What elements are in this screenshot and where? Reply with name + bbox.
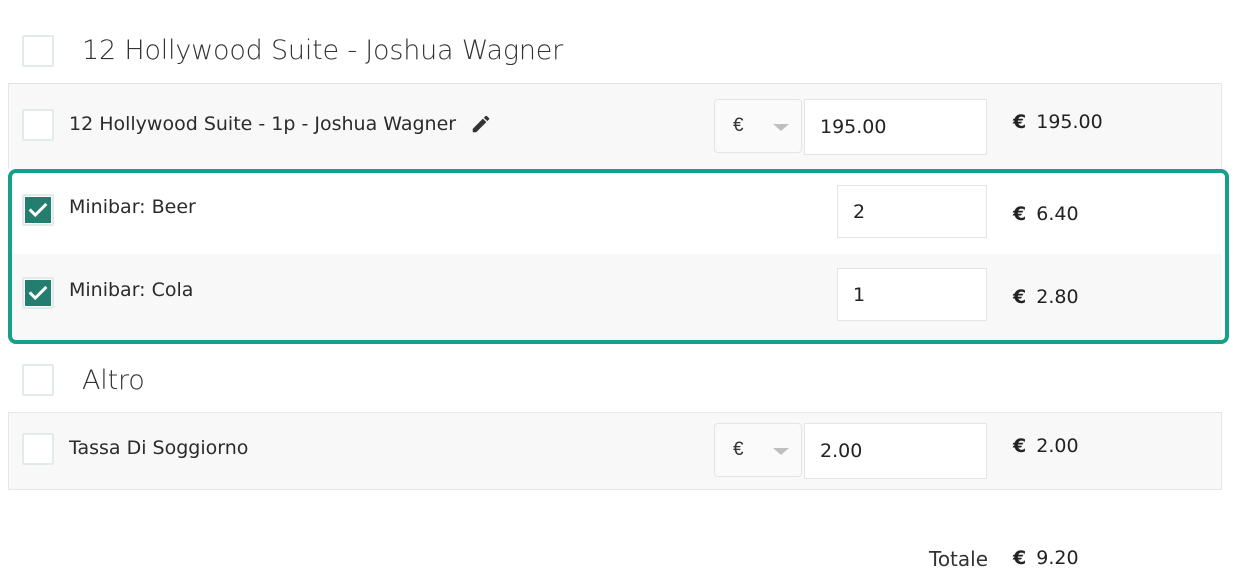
price-input-room[interactable] bbox=[804, 99, 987, 155]
total-amount: €9.20 bbox=[1013, 547, 1079, 569]
currency-symbol: € bbox=[733, 115, 744, 136]
amount-beer: €6.40 bbox=[1013, 203, 1079, 225]
amount-currency: € bbox=[1013, 203, 1027, 225]
item-checkbox-cola[interactable] bbox=[22, 277, 54, 309]
group-title-room: 12 Hollywood Suite - Joshua Wagner bbox=[82, 35, 564, 66]
currency-symbol: € bbox=[733, 439, 744, 460]
price-input-tassa[interactable] bbox=[804, 423, 987, 479]
amount-value: 2.00 bbox=[1036, 435, 1079, 457]
amount-value: 195.00 bbox=[1036, 111, 1103, 133]
amount-currency: € bbox=[1013, 435, 1027, 457]
item-label-tassa: Tassa Di Soggiorno bbox=[69, 437, 249, 459]
item-label-room: 12 Hollywood Suite - 1p - Joshua Wagner bbox=[69, 113, 457, 135]
item-checkbox-room[interactable] bbox=[22, 109, 54, 141]
amount-cola: €2.80 bbox=[1013, 286, 1079, 308]
chevron-down-icon bbox=[773, 124, 789, 131]
quantity-input-beer[interactable] bbox=[837, 185, 987, 238]
checkmark-icon bbox=[28, 285, 48, 301]
group-title-altro: Altro bbox=[82, 365, 145, 396]
group-checkbox-altro[interactable] bbox=[22, 364, 54, 396]
chevron-down-icon bbox=[773, 448, 789, 455]
amount-value: 2.80 bbox=[1036, 286, 1079, 308]
amount-tassa: €2.00 bbox=[1013, 435, 1079, 457]
item-label-beer: Minibar: Beer bbox=[69, 196, 196, 218]
amount-value: 6.40 bbox=[1036, 203, 1079, 225]
item-checkbox-tassa[interactable] bbox=[22, 433, 54, 465]
quantity-input-cola[interactable] bbox=[837, 268, 987, 321]
group-checkbox-room[interactable] bbox=[22, 35, 54, 67]
pencil-icon[interactable] bbox=[470, 113, 492, 135]
amount-currency: € bbox=[1013, 111, 1027, 133]
amount-room: €195.00 bbox=[1013, 111, 1103, 133]
currency-select-room[interactable]: € bbox=[714, 99, 802, 153]
total-value: 9.20 bbox=[1036, 547, 1079, 569]
currency-select-tassa[interactable]: € bbox=[714, 423, 802, 477]
item-checkbox-beer[interactable] bbox=[22, 194, 54, 226]
item-label-cola: Minibar: Cola bbox=[69, 279, 194, 301]
total-currency: € bbox=[1013, 547, 1027, 569]
total-label: Totale bbox=[929, 547, 989, 571]
checkmark-icon bbox=[28, 202, 48, 218]
amount-currency: € bbox=[1013, 286, 1027, 308]
